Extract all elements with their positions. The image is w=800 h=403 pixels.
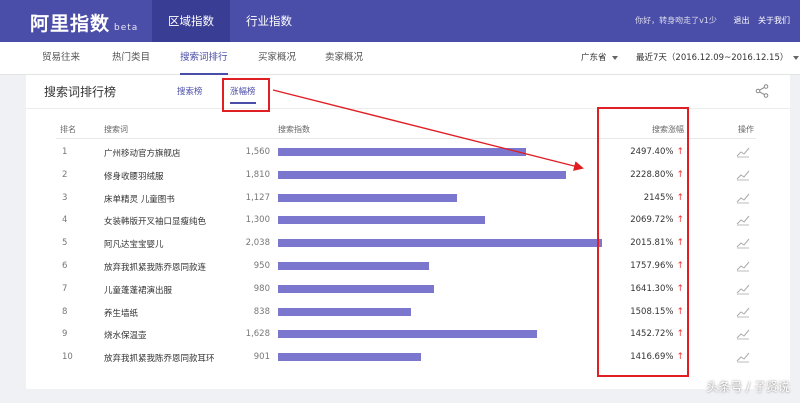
beta-badge: beta xyxy=(114,23,139,33)
keyword-cell[interactable]: 女装韩版开叉袖口显瘦纯色 xyxy=(104,215,206,227)
index-bar xyxy=(278,284,434,293)
annotation-box-growth xyxy=(597,107,689,377)
trend-chart-icon[interactable] xyxy=(736,306,750,318)
subnav-hot-category[interactable]: 热门类目 xyxy=(112,42,150,75)
rank-cell: 10 xyxy=(62,352,73,363)
rank-cell: 8 xyxy=(62,306,68,317)
keyword-cell[interactable]: 修身收腰羽绒服 xyxy=(104,170,164,182)
subnav-search-ranking[interactable]: 搜索词排行 xyxy=(180,42,228,75)
index-value: 1,628 xyxy=(245,329,270,340)
col-search-index: 搜索指数 xyxy=(278,125,310,134)
trend-chart-icon[interactable] xyxy=(736,351,750,363)
keyword-cell[interactable]: 阿凡达宝宝婴儿 xyxy=(104,238,164,250)
chevron-down-icon xyxy=(793,55,800,60)
trend-chart-icon[interactable] xyxy=(736,237,750,249)
rank-cell: 4 xyxy=(62,215,68,226)
logo-text: 阿里指数 xyxy=(30,13,111,35)
index-bar xyxy=(278,193,457,202)
keyword-cell[interactable]: 放弃我抓紧我陈乔恩同款耳环 xyxy=(104,352,215,364)
keyword-cell[interactable]: 养生墙纸 xyxy=(104,307,138,319)
about-link[interactable]: 关于我们 xyxy=(758,16,790,25)
index-bar xyxy=(278,261,429,270)
trend-chart-icon[interactable] xyxy=(736,283,750,295)
date-range-select[interactable]: 最近7天（2016.12.09~2016.12.15） xyxy=(636,42,800,75)
keyword-cell[interactable]: 广州移动官方旗舰店 xyxy=(104,147,181,159)
keyword-cell[interactable]: 烧水保温壶 xyxy=(104,329,147,341)
index-bar xyxy=(278,353,421,362)
col-action: 操作 xyxy=(738,125,754,134)
watermark: 头条号 / 子贤说 xyxy=(706,380,790,394)
rank-cell: 2 xyxy=(62,169,68,180)
tab-industry-index[interactable]: 行业指数 xyxy=(230,0,308,42)
date-range-value: 最近7天（2016.12.09~2016.12.15） xyxy=(636,53,789,63)
logout-link[interactable]: 退出 xyxy=(733,16,749,25)
annotation-box-tab xyxy=(222,78,270,112)
trend-chart-icon[interactable] xyxy=(736,328,750,340)
top-header: 阿里指数 beta 区域指数 行业指数 你好，转身吻走了v1少 退出 关于我们 xyxy=(0,0,800,42)
index-value: 2,038 xyxy=(245,238,270,249)
card-title: 搜索词排行榜 xyxy=(44,85,117,99)
region-value: 广东省 xyxy=(581,53,607,63)
rank-cell: 7 xyxy=(62,283,68,294)
subnav-seller-overview[interactable]: 卖家概况 xyxy=(325,42,363,75)
keyword-cell[interactable]: 放弃我抓紧我陈乔恩同款连 xyxy=(104,261,206,273)
index-bar xyxy=(278,307,411,316)
rank-cell: 1 xyxy=(62,147,68,157)
col-rank: 排名 xyxy=(60,125,76,134)
rank-cell: 5 xyxy=(62,238,68,249)
index-bar xyxy=(278,216,485,225)
index-bar xyxy=(278,330,537,339)
region-select[interactable]: 广东省 xyxy=(581,42,618,75)
rank-cell: 9 xyxy=(62,329,68,340)
top-nav: 区域指数 行业指数 xyxy=(152,0,308,42)
index-value: 838 xyxy=(253,306,270,317)
subnav-trade[interactable]: 贸易往来 xyxy=(42,42,80,75)
index-value: 1,300 xyxy=(245,215,270,226)
tab-region-index[interactable]: 区域指数 xyxy=(152,0,230,42)
tab-search-list[interactable]: 搜索榜 xyxy=(177,85,203,97)
logo[interactable]: 阿里指数 beta xyxy=(30,9,138,36)
index-bar xyxy=(278,239,602,248)
rank-cell: 3 xyxy=(62,192,68,203)
index-value: 1,810 xyxy=(245,169,270,180)
rank-cell: 6 xyxy=(62,260,68,271)
index-value: 950 xyxy=(253,260,270,271)
sub-nav: 贸易往来 热门类目 搜索词排行 买家概况 卖家概况 广东省 最近7天（2016.… xyxy=(0,42,800,75)
index-value: 1,127 xyxy=(245,192,270,203)
col-keyword: 搜索词 xyxy=(104,125,128,134)
keyword-cell[interactable]: 儿童蓬蓬裙演出服 xyxy=(104,284,172,296)
trend-chart-icon[interactable] xyxy=(736,192,750,204)
trend-chart-icon[interactable] xyxy=(736,260,750,272)
greeting-text: 你好，转身吻走了v1少 xyxy=(635,16,717,25)
index-bar xyxy=(278,148,526,156)
user-area: 你好，转身吻走了v1少 退出 关于我们 xyxy=(635,0,790,42)
chevron-down-icon xyxy=(611,55,618,60)
card-header: 搜索词排行榜 搜索榜 涨幅榜 xyxy=(26,75,790,109)
trend-chart-icon[interactable] xyxy=(736,214,750,226)
share-icon[interactable] xyxy=(754,83,770,99)
index-value: 901 xyxy=(253,352,270,363)
index-value: 980 xyxy=(253,283,270,294)
index-value: 1,560 xyxy=(245,147,270,157)
index-bar xyxy=(278,170,566,179)
trend-chart-icon[interactable] xyxy=(736,169,750,181)
trend-chart-icon[interactable] xyxy=(736,146,750,158)
subnav-buyer-overview[interactable]: 买家概况 xyxy=(258,42,296,75)
keyword-cell[interactable]: 床单精灵 儿童图书 xyxy=(104,193,175,205)
